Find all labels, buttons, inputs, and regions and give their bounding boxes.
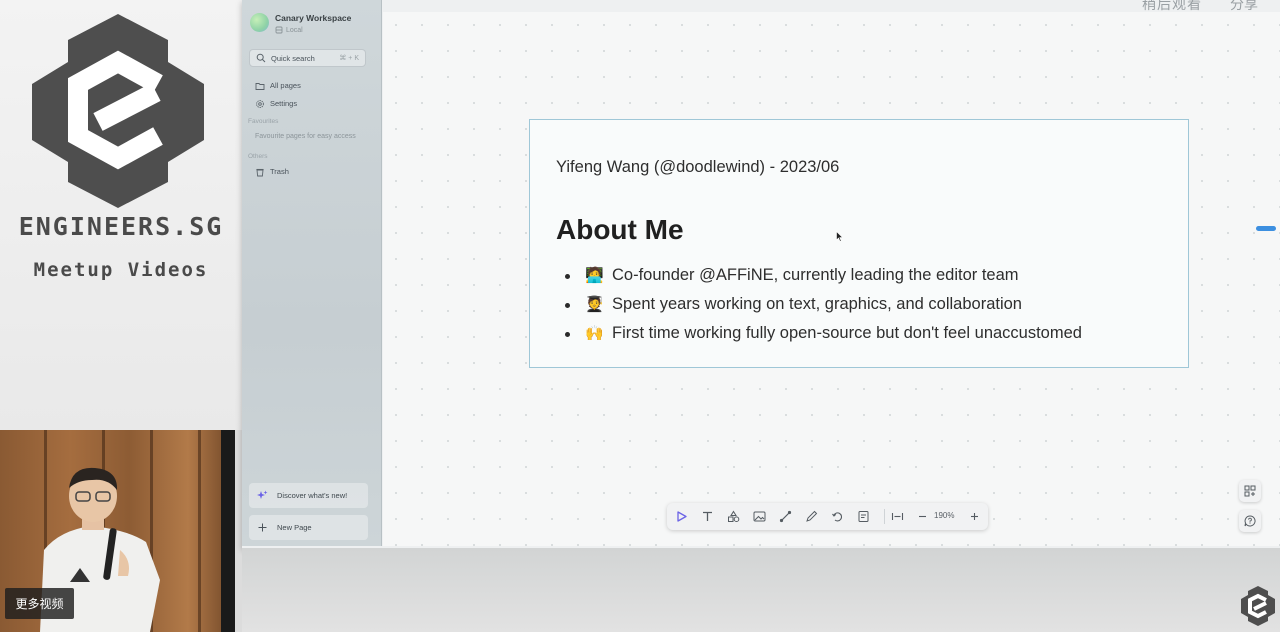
sidebar-item-label: Trash	[270, 167, 289, 176]
more-videos-button[interactable]: 更多视频	[5, 588, 74, 619]
zoom-level[interactable]: 190%	[934, 511, 954, 520]
bullet-dot	[565, 303, 570, 308]
new-page-button[interactable]: New Page	[249, 515, 368, 540]
sidebar: Canary Workspace Local Quick search ⌘ + …	[242, 0, 382, 546]
note-block[interactable]: Yifeng Wang (@doodlewind) - 2023/06 Abou…	[529, 119, 1189, 368]
list-item-text: Spent years working on text, graphics, a…	[612, 295, 1022, 313]
list-item-text: First time working fully open-source but…	[612, 324, 1082, 342]
note-icon[interactable]	[856, 509, 871, 524]
new-page-label: New Page	[277, 523, 312, 532]
image-icon[interactable]	[752, 509, 767, 524]
share-label[interactable]: 分享	[1230, 0, 1258, 14]
raised-hands-emoji: 🙌	[585, 325, 604, 342]
sidebar-item-settings[interactable]: Settings	[249, 97, 366, 111]
workspace-avatar[interactable]	[250, 13, 269, 32]
quick-search-shortcut: ⌘ + K	[339, 55, 359, 62]
toolbar-divider	[884, 509, 885, 524]
sidebar-item-label: Settings	[270, 99, 298, 108]
search-icon	[256, 53, 266, 63]
favourites-hint: Favourite pages for easy access	[255, 133, 356, 140]
quick-search-button[interactable]: Quick search ⌘ + K	[249, 49, 366, 67]
connector-icon[interactable]	[778, 509, 793, 524]
discover-label: Discover what's new!	[277, 491, 348, 500]
workspace-name[interactable]: Canary Workspace	[275, 13, 351, 23]
shape-icon[interactable]	[726, 509, 741, 524]
engineers-sg-watermark-logo	[1241, 586, 1275, 626]
note-heading: About Me	[556, 214, 684, 245]
student-emoji: 🧑‍🎓	[585, 296, 604, 313]
pen-icon[interactable]	[804, 509, 819, 524]
technologist-emoji: 🧑‍💻	[585, 267, 604, 284]
engineers-sg-logo	[32, 14, 204, 208]
sidebar-item-label: All pages	[270, 81, 301, 90]
plus-icon	[258, 523, 267, 532]
eraser-icon[interactable]	[830, 509, 845, 524]
grid-plus-icon	[1244, 485, 1256, 497]
sidebar-item-trash[interactable]: Trash	[249, 165, 366, 179]
watch-later-label[interactable]: 稍后观看	[1142, 0, 1202, 14]
text-icon[interactable]	[700, 509, 715, 524]
zoom-in-icon[interactable]	[967, 509, 982, 524]
projection-floor	[242, 548, 1280, 632]
trash-icon	[256, 168, 264, 177]
note-meta-line: Yifeng Wang (@doodlewind) - 2023/06	[556, 158, 840, 176]
brand-subtitle: Meetup Videos	[33, 259, 209, 281]
frame-navigator-button[interactable]	[1239, 480, 1261, 502]
edgeless-toolbar: 190%	[667, 503, 988, 530]
zoom-out-icon[interactable]	[915, 509, 930, 524]
local-storage-icon	[275, 26, 283, 34]
favourites-heading: Favourites	[248, 118, 279, 125]
sparkle-icon	[257, 490, 268, 499]
brand-name: ENGINEERS.SG	[18, 212, 224, 241]
select-icon[interactable]	[674, 509, 689, 524]
list-item-text: Co-founder @AFFiNE, currently leading th…	[612, 266, 1019, 284]
discover-whats-new-button[interactable]: Discover what's new!	[249, 483, 368, 508]
quick-search-label: Quick search	[271, 54, 315, 63]
connector-handle[interactable]	[1256, 226, 1276, 231]
help-button[interactable]	[1239, 510, 1261, 532]
workspace-type: Local	[286, 27, 303, 34]
gear-icon	[256, 100, 264, 108]
fit-icon[interactable]	[890, 509, 905, 524]
mouse-cursor-icon	[836, 231, 844, 242]
brand-panel: ENGINEERS.SG Meetup Videos	[0, 0, 242, 430]
sidebar-item-all-pages[interactable]: All pages	[249, 79, 366, 93]
bullet-dot	[565, 332, 570, 337]
chat-question-icon	[1244, 515, 1256, 527]
bullet-dot	[565, 274, 570, 279]
others-heading: Others	[248, 153, 268, 160]
folder-icon	[255, 83, 265, 90]
